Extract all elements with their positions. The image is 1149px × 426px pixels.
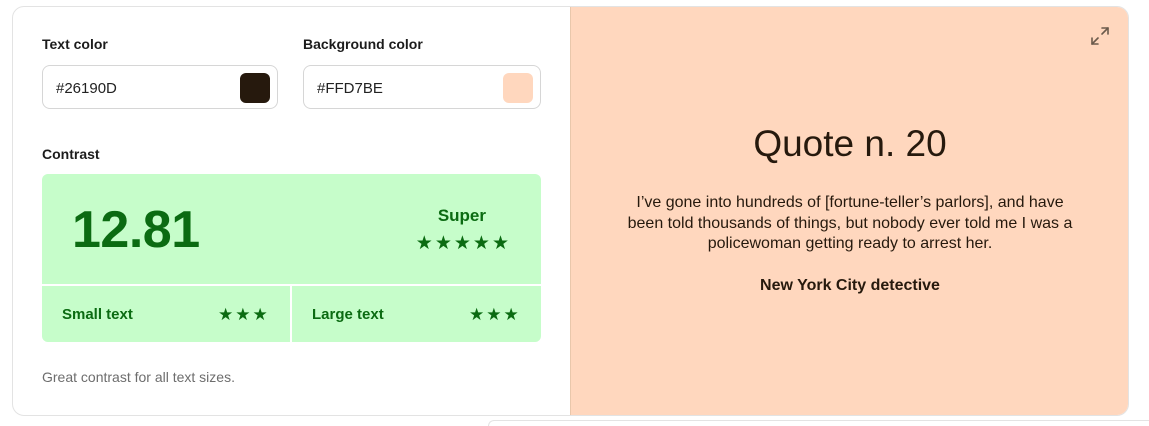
large-text-label: Large text xyxy=(312,306,384,323)
text-color-value[interactable]: #26190D xyxy=(56,80,117,97)
star-icon: ★ xyxy=(434,233,454,254)
background-color-input[interactable]: #FFD7BE xyxy=(303,65,541,109)
background-color-label: Background color xyxy=(303,36,423,52)
large-text-stars: ★★★ xyxy=(469,305,521,325)
contrast-rating: Super xyxy=(437,206,486,225)
contrast-checker-card: Text color #26190D Background color #FFD… xyxy=(12,6,1129,416)
star-icon: ★ xyxy=(453,233,473,254)
text-color-label: Text color xyxy=(42,36,108,52)
expand-icon[interactable] xyxy=(1089,25,1111,47)
star-icon: ★ xyxy=(491,233,511,254)
controls-panel: Text color #26190D Background color #FFD… xyxy=(13,7,570,415)
star-icon: ★ xyxy=(486,305,504,324)
star-icon: ★ xyxy=(235,305,253,324)
quote-title: Quote n. 20 xyxy=(753,123,947,164)
quote-body: I’ve gone into hundreds of [fortune-tell… xyxy=(627,194,1073,252)
contrast-ratio: 12.81 xyxy=(72,201,200,259)
small-text-stars: ★★★ xyxy=(218,305,270,325)
star-icon: ★ xyxy=(503,305,521,324)
divider xyxy=(290,284,292,342)
star-icon: ★ xyxy=(252,305,270,324)
background-color-swatch[interactable] xyxy=(503,73,533,103)
star-icon: ★ xyxy=(415,233,435,254)
text-color-input[interactable]: #26190D xyxy=(42,65,278,109)
text-color-swatch[interactable] xyxy=(240,73,270,103)
background-color-value[interactable]: #FFD7BE xyxy=(317,80,383,97)
preview-panel: Quote n. 20 I’ve gone into hundreds of [… xyxy=(570,7,1128,415)
small-text-label: Small text xyxy=(62,306,133,323)
bottom-panel-edge xyxy=(488,420,1149,426)
rating-stars: ★★★★★ xyxy=(416,232,511,255)
star-icon: ★ xyxy=(218,305,236,324)
contrast-result: 12.81 Super ★★★★★ Small text ★★★ Large t… xyxy=(42,174,541,342)
contrast-note: Great contrast for all text sizes. xyxy=(42,369,235,385)
quote-preview: Quote n. 20 I’ve gone into hundreds of [… xyxy=(571,7,1128,415)
star-icon: ★ xyxy=(469,305,487,324)
contrast-label: Contrast xyxy=(42,146,100,162)
star-icon: ★ xyxy=(472,233,492,254)
quote-author: New York City detective xyxy=(760,277,940,294)
